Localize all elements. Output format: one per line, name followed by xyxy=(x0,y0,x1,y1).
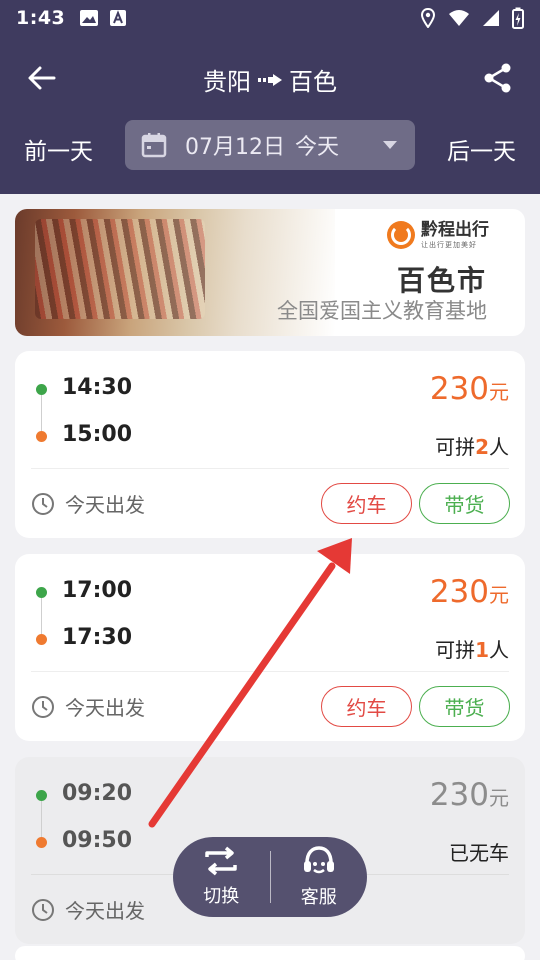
selected-date: 07月12日 xyxy=(185,135,285,160)
seats-prefix: 可拼 xyxy=(435,435,476,459)
seats-available: 可拼2人 xyxy=(435,431,509,460)
banner-city: 百色市 xyxy=(396,264,487,297)
seats-count: 1 xyxy=(475,638,489,662)
arrive-time: 15:00 xyxy=(62,422,133,447)
battery-icon xyxy=(512,7,524,29)
service-label: 客服 xyxy=(300,887,337,908)
price-unit: 元 xyxy=(489,380,509,404)
depart-time: 17:00 xyxy=(62,578,133,603)
send-cargo-button[interactable]: 带货 xyxy=(419,483,510,524)
customer-service-button[interactable]: 客服 xyxy=(271,845,368,909)
trip-card[interactable]: 17:00 17:30 230元 可拼1人 今天出发 约车 带货 xyxy=(15,554,525,741)
status-system-icons xyxy=(420,7,524,29)
clock-icon xyxy=(32,492,54,515)
banner-slogan: 全国爱国主义教育基地 xyxy=(277,299,487,323)
clock-icon xyxy=(32,898,54,921)
trip-card[interactable]: 14:30 15:00 230元 可拼2人 今天出发 约车 带货 xyxy=(15,351,525,538)
share-icon[interactable] xyxy=(482,62,514,94)
trip-card-partial[interactable] xyxy=(15,946,525,960)
route-line xyxy=(41,801,42,837)
arrive-dot xyxy=(36,634,47,645)
clock-icon xyxy=(32,695,54,718)
book-ride-button[interactable]: 约车 xyxy=(321,483,412,524)
calendar-icon xyxy=(141,133,167,158)
headset-icon xyxy=(303,846,334,874)
status-time: 1:43 xyxy=(16,7,66,29)
next-day-button[interactable]: 后一天 xyxy=(447,132,516,166)
prev-day-button[interactable]: 前一天 xyxy=(24,132,93,166)
seats-available: 可拼1人 xyxy=(435,634,509,663)
switch-label: 切换 xyxy=(203,886,240,907)
arrive-dot xyxy=(36,837,47,848)
seats-count: 2 xyxy=(475,435,489,459)
switch-button[interactable]: 切换 xyxy=(173,846,270,908)
destination-city: 百色 xyxy=(289,68,337,96)
depart-dot xyxy=(36,790,47,801)
price-unit: 元 xyxy=(489,583,509,607)
status-bar: 1:43 xyxy=(0,0,540,36)
depart-day-label: 今天出发 xyxy=(65,696,145,720)
trip-price: 230元 xyxy=(430,574,509,610)
depart-dot xyxy=(36,384,47,395)
depart-day: 今天出发 xyxy=(31,692,145,721)
arrive-time: 09:50 xyxy=(62,828,133,853)
origin-city: 贵阳 xyxy=(203,68,251,96)
depart-day-label: 今天出发 xyxy=(65,899,145,923)
brand-logo-icon xyxy=(387,221,415,250)
price-value: 230 xyxy=(429,574,489,610)
book-ride-button[interactable]: 约车 xyxy=(321,686,412,727)
route-line xyxy=(41,395,42,431)
font-notification-icon xyxy=(110,10,127,26)
seats-prefix: 可拼 xyxy=(435,638,476,662)
brand-name: 黔程出行 xyxy=(421,220,489,240)
price-value: 230 xyxy=(429,371,489,407)
chevron-down-icon xyxy=(383,141,397,149)
trip-price: 230元 xyxy=(430,777,509,813)
depart-dot xyxy=(36,587,47,598)
trip-price: 230元 xyxy=(430,371,509,407)
wifi-icon xyxy=(449,10,469,26)
route-arrow-icon xyxy=(258,73,282,86)
depart-day: 今天出发 xyxy=(31,895,145,924)
floating-action-bar: 切换 客服 xyxy=(173,837,367,917)
arrive-time: 17:30 xyxy=(62,625,133,650)
depart-time: 09:20 xyxy=(62,781,133,806)
send-cargo-button[interactable]: 带货 xyxy=(419,686,510,727)
image-notification-icon xyxy=(80,10,99,26)
card-divider xyxy=(31,671,509,672)
switch-arrows-icon xyxy=(205,846,237,876)
brand-subtitle: 让出行更加美好 xyxy=(421,240,477,249)
route-title: 贵阳 百色 xyxy=(0,62,540,97)
location-icon xyxy=(420,8,436,28)
price-unit: 元 xyxy=(489,786,509,810)
arrive-dot xyxy=(36,431,47,442)
status-notification-icons xyxy=(79,9,127,27)
card-divider xyxy=(31,468,509,469)
depart-day-label: 今天出发 xyxy=(65,493,145,517)
depart-time: 14:30 xyxy=(62,375,133,400)
sold-out-status: 已无车 xyxy=(449,841,509,865)
app-header: 贵阳 百色 前一天 07月12日 今天 后一天 xyxy=(0,36,540,194)
date-tag: 今天 xyxy=(295,135,340,160)
seats-suffix: 人 xyxy=(489,435,509,459)
route-line xyxy=(41,598,42,634)
price-value: 230 xyxy=(429,777,489,813)
brand-logo: 黔程出行 让出行更加美好 xyxy=(387,221,489,250)
depart-day: 今天出发 xyxy=(31,489,145,518)
date-selector[interactable]: 07月12日 今天 xyxy=(125,120,415,170)
signal-icon xyxy=(483,10,499,26)
promo-banner[interactable]: 黔程出行 让出行更加美好 百色市 全国爱国主义教育基地 xyxy=(15,209,525,336)
seats-suffix: 人 xyxy=(489,638,509,662)
